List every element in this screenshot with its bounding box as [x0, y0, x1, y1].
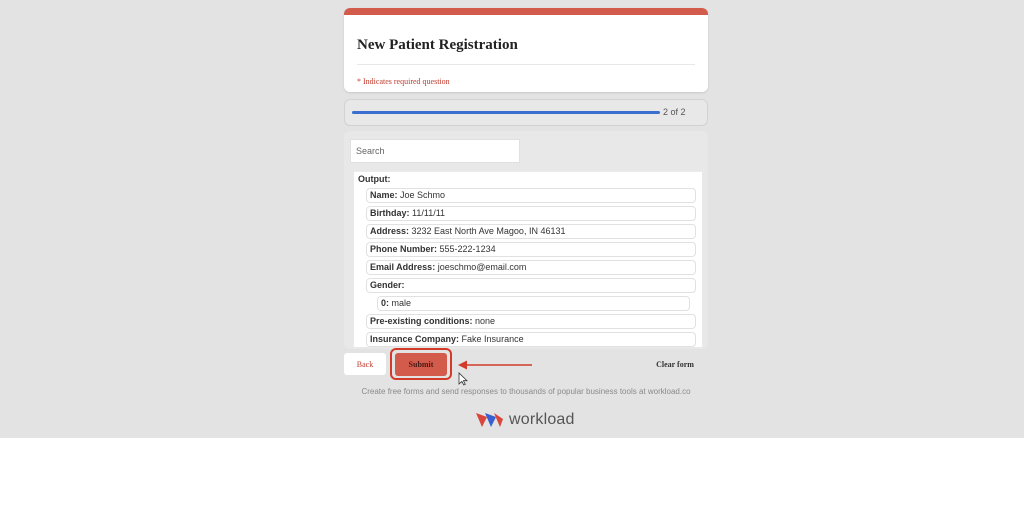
field-value: 3232 East North Ave Magoo, IN 46131 [411, 226, 566, 236]
brand-name: workload [509, 411, 575, 428]
output-panel[interactable]: Output: Name: Joe Schmo Birthday: 11/11/… [354, 171, 702, 347]
field-key: 0: [381, 298, 390, 308]
workload-brand[interactable]: workload [474, 409, 575, 431]
header-divider [357, 64, 695, 65]
field-value: male [391, 298, 412, 308]
submit-button[interactable]: Submit [395, 353, 447, 376]
accent-bar [344, 8, 708, 15]
output-field-gender: Gender: [366, 278, 696, 293]
output-field-insurance: Insurance Company: Fake Insurance [366, 332, 696, 347]
field-value: none [475, 316, 496, 326]
page-background: New Patient Registration * Indicates req… [0, 0, 1024, 438]
field-key: Gender: [370, 280, 405, 290]
field-key: Insurance Company: [370, 334, 460, 344]
field-value: 11/11/11 [412, 208, 446, 218]
back-button[interactable]: Back [344, 353, 386, 375]
output-field-conditions: Pre-existing conditions: none [366, 314, 696, 329]
field-value: 555-222-1234 [439, 244, 496, 254]
workload-logo-icon [476, 413, 503, 427]
footer-note: Create free forms and send responses to … [361, 387, 691, 396]
output-field-gender-0: 0: male [377, 296, 690, 311]
output-field-email: Email Address: joeschmo@email.com [366, 260, 696, 275]
field-key: Birthday: [370, 208, 410, 218]
field-key: Phone Number: [370, 244, 438, 254]
form-title: New Patient Registration [357, 37, 518, 53]
field-key: Pre-existing conditions: [370, 316, 473, 326]
field-value: joeschmo@email.com [437, 262, 527, 272]
arrow-left-icon [458, 360, 532, 370]
output-field-address: Address: 3232 East North Ave Magoo, IN 4… [366, 224, 696, 239]
progress-text: 2 of 2 [663, 107, 686, 117]
output-field-name: Name: Joe Schmo [366, 188, 696, 203]
field-key: Address: [370, 226, 410, 236]
clear-form-button[interactable]: Clear form [648, 356, 702, 372]
required-note: * Indicates required question [357, 77, 450, 86]
field-key: Name: [370, 190, 398, 200]
field-key: Email Address: [370, 262, 436, 272]
output-field-birthday: Birthday: 11/11/11 [366, 206, 696, 221]
field-value: Fake Insurance [461, 334, 524, 344]
blank-area [0, 438, 1024, 520]
progress-card: 2 of 2 [344, 99, 708, 126]
form-header-card: New Patient Registration * Indicates req… [344, 8, 708, 92]
output-label: Output: [358, 174, 391, 184]
progress-bar [352, 111, 660, 114]
mouse-cursor-icon [458, 372, 468, 386]
field-value: Joe Schmo [400, 190, 446, 200]
form-section-card: Output: Name: Joe Schmo Birthday: 11/11/… [344, 131, 708, 349]
output-field-phone: Phone Number: 555-222-1234 [366, 242, 696, 257]
progress-bar-fill [352, 111, 660, 114]
search-input[interactable] [350, 139, 520, 163]
